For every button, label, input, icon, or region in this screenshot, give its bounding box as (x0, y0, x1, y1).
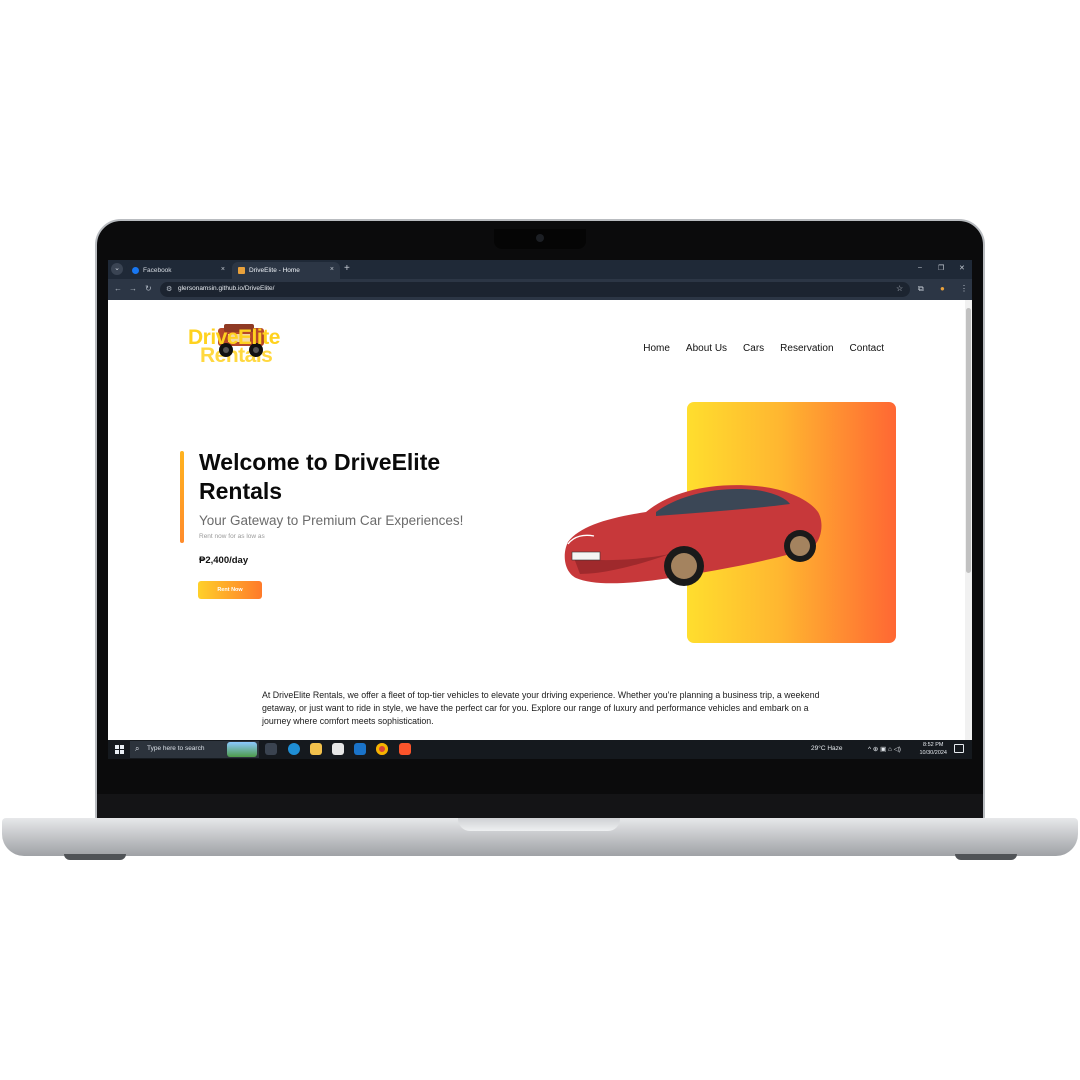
windows-taskbar: ⌕ Type here to search 29°C Haze ^ ⊕ ▣ ⌂ … (108, 740, 972, 759)
new-tab-button[interactable]: + (344, 263, 350, 274)
car-image (564, 485, 822, 586)
rent-now-button[interactable]: Rent Now (198, 581, 262, 599)
store-icon[interactable] (332, 743, 344, 755)
tab-title: DriveElite - Home (249, 267, 300, 274)
tab-driveelite[interactable]: DriveElite - Home × (232, 262, 340, 279)
back-button[interactable]: ← (114, 284, 122, 293)
menu-reservation[interactable]: Reservation (780, 343, 833, 354)
tab-bar: ⌄ Facebook × DriveElite - Home × + – ❐ ✕ (108, 260, 972, 279)
logo-text-driveelite: DriveElite (188, 326, 280, 349)
brave-icon[interactable] (399, 743, 411, 755)
hero-price: ₱2,400/day (199, 555, 249, 566)
close-window-button[interactable]: ✕ (959, 264, 965, 272)
windows-icon[interactable] (115, 745, 124, 754)
taskbar-clock[interactable]: 8:52 PM 10/30/2024 (919, 741, 947, 757)
tab-search-icon[interactable]: ⌄ (111, 263, 123, 275)
address-bar: ← → ↻ ⚙ glersonamsin.github.io/DriveElit… (108, 279, 972, 300)
menu-cars[interactable]: Cars (743, 343, 764, 354)
web-page: Rentals DriveElite Home About Us Cars Re… (108, 300, 965, 740)
main-menu: Home About Us Cars Reservation Contact (643, 343, 884, 354)
hero-subtitle: Your Gateway to Premium Car Experiences! (199, 513, 464, 528)
hero-small-text: Rent now for as low as (199, 533, 265, 540)
laptop-chin (97, 794, 983, 820)
url-text: glersonamsin.github.io/DriveElite/ (178, 285, 275, 292)
laptop-mockup: ⌄ Facebook × DriveElite - Home × + – ❐ ✕… (0, 0, 1080, 1080)
url-field[interactable]: ⚙ glersonamsin.github.io/DriveElite/ (160, 282, 910, 297)
notification-icon[interactable] (954, 744, 964, 753)
star-icon[interactable]: ☆ (896, 284, 903, 293)
laptop-thumb-notch (458, 818, 620, 831)
weather-text[interactable]: 29°C Haze (811, 745, 843, 752)
laptop-foot-right (955, 854, 1017, 860)
scrollbar-thumb[interactable] (966, 308, 971, 573)
facebook-icon (132, 267, 139, 274)
search-placeholder: Type here to search (147, 745, 205, 752)
tray-icons[interactable]: ^ ⊕ ▣ ⌂ ◁) (868, 745, 901, 753)
menu-home[interactable]: Home (643, 343, 670, 354)
clock-date: 10/30/2024 (919, 750, 947, 756)
taskbar-search[interactable]: ⌕ Type here to search (130, 741, 259, 758)
forward-button[interactable]: → (129, 284, 137, 293)
search-highlight-image (227, 742, 257, 757)
edge-icon[interactable] (288, 743, 300, 755)
hero-title: Welcome to DriveElite Rentals (199, 449, 441, 504)
minimize-button[interactable]: – (918, 264, 922, 271)
about-paragraph: At DriveElite Rentals, we offer a fleet … (262, 690, 820, 727)
hero-accent-bar (180, 451, 184, 543)
profile-icon[interactable]: ● (940, 284, 945, 293)
more-icon[interactable]: ⋮ (960, 284, 968, 293)
task-view-icon[interactable] (265, 743, 277, 755)
tab-close-icon[interactable]: × (221, 266, 225, 273)
reload-button[interactable]: ↻ (145, 284, 152, 293)
tab-title: Facebook (143, 267, 172, 274)
search-icon: ⌕ (135, 744, 140, 753)
clock-time: 8:52 PM (922, 742, 944, 748)
site-info-icon[interactable]: ⚙ (166, 285, 172, 293)
restore-button[interactable]: ❐ (938, 264, 944, 272)
menu-about-us[interactable]: About Us (686, 343, 727, 354)
laptop-foot-left (64, 854, 126, 860)
menu-contact[interactable]: Contact (850, 343, 884, 354)
tab-facebook[interactable]: Facebook × (126, 262, 231, 279)
extensions-icon[interactable]: ⧉ (918, 284, 924, 294)
page-scrollbar[interactable] (965, 300, 972, 740)
screen: ⌄ Facebook × DriveElite - Home × + – ❐ ✕… (108, 260, 972, 759)
site-logo[interactable]: Rentals DriveElite (188, 322, 300, 370)
outlook-icon[interactable] (354, 743, 366, 755)
chrome-icon[interactable] (376, 743, 388, 755)
camera-icon (536, 234, 544, 242)
tab-close-icon[interactable]: × (330, 266, 334, 273)
driveelite-favicon (238, 267, 245, 274)
file-explorer-icon[interactable] (310, 743, 322, 755)
